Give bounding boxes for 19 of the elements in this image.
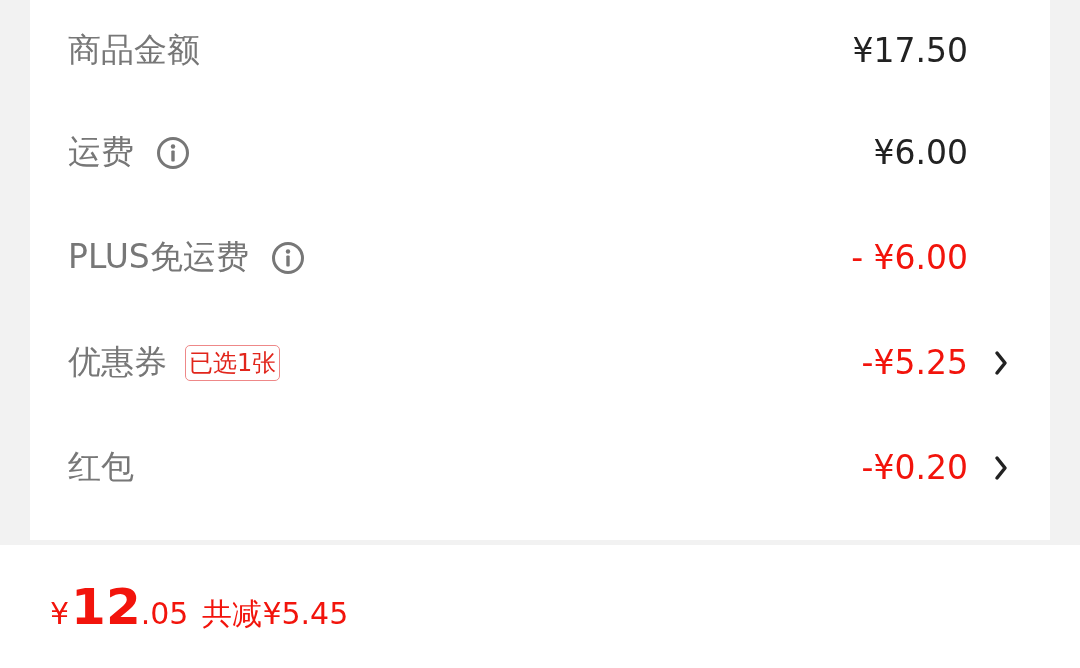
row-label: 运费 — [68, 131, 134, 173]
total-integer: 12 — [71, 577, 141, 636]
row-label: 商品金额 — [68, 28, 200, 71]
total-decimal: .05 — [140, 595, 189, 631]
row-label: 红包 — [68, 446, 134, 488]
amount-value: - ¥6.00 — [851, 238, 968, 277]
chevron-right-icon[interactable] — [994, 454, 1008, 481]
info-icon[interactable] — [270, 240, 305, 275]
currency-sign: ¥ — [50, 595, 70, 631]
amount-value: ¥6.00 — [873, 133, 968, 172]
row-label: PLUS免运费 — [68, 236, 249, 278]
coupon-tag: 已选1张 — [185, 344, 281, 381]
chevron-right-icon[interactable] — [994, 349, 1008, 376]
amount-value: ¥17.50 — [852, 30, 968, 70]
amount-value: -¥0.20 — [861, 448, 968, 487]
info-icon[interactable] — [156, 135, 190, 170]
amount-value: -¥5.25 — [861, 343, 968, 382]
row-label: 优惠券 — [68, 341, 167, 383]
total-saving: 共减¥5.45 — [202, 594, 349, 633]
